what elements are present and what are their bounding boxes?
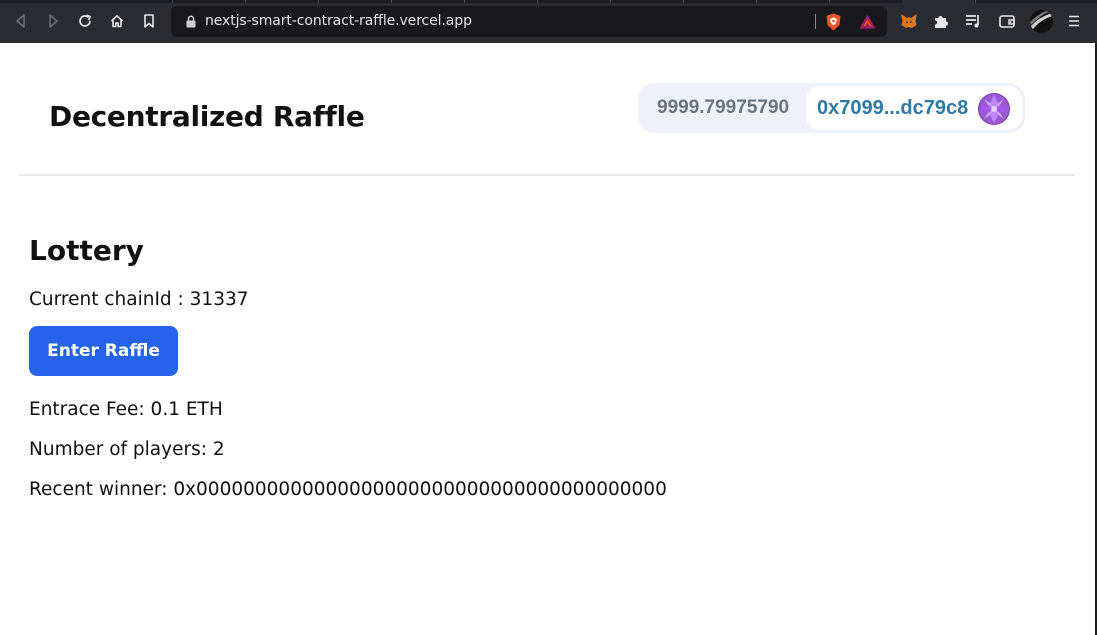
enter-raffle-button[interactable]: Enter Raffle [29,326,178,376]
back-button[interactable] [11,11,31,31]
back-icon [16,14,25,28]
extensions-icon[interactable] [932,12,950,30]
tab-divider [756,0,757,3]
tab-divider [464,0,465,3]
lottery-heading: Lottery [29,234,144,267]
chain-id-text: Current chainId : 31337 [29,289,249,310]
entrance-fee-text: Entrace Fee: 0.1 ETH [29,399,223,420]
playlist-icon[interactable] [964,12,982,30]
address-bar[interactable]: nextjs-smart-contract-raffle.vercel.app [171,6,887,37]
reload-icon [79,14,92,27]
browser-toolbar: nextjs-smart-contract-raffle.vercel.app [0,0,1097,43]
lock-icon [186,15,196,28]
reload-button[interactable] [75,11,95,31]
header-divider [19,174,1075,176]
tab-divider [975,0,976,3]
wallet-icon[interactable] [998,12,1016,30]
account-button[interactable]: 0x7099...dc79c8 [806,86,1022,130]
wallet-balance: 9999.79975790 [657,97,790,118]
home-button[interactable] [107,11,127,31]
metamask-icon[interactable] [900,12,918,30]
forward-button[interactable] [43,11,63,31]
wallet-connect-widget[interactable]: 9999.79975790 0x7099...dc79c8 [638,83,1025,133]
jazzicon-avatar-icon [978,93,1010,125]
brave-rewards-icon[interactable] [859,14,876,29]
brave-shield-icon[interactable] [825,13,842,31]
tab-strip[interactable] [0,0,1097,3]
url-separator [815,14,816,29]
tab-divider [537,0,538,3]
profile-icon [1030,10,1053,30]
active-tab[interactable] [902,0,974,3]
url-text[interactable]: nextjs-smart-contract-raffle.vercel.app [205,13,472,29]
tab-divider [683,0,684,3]
forward-icon [49,14,58,28]
profile-avatar[interactable] [1030,10,1053,33]
menu-icon[interactable] [1065,12,1083,30]
number-of-players-text: Number of players: 2 [29,439,225,460]
tab-divider [829,0,830,3]
recent-winner-text: Recent winner: 0x00000000000000000000000… [29,479,667,500]
bookmark-icon [144,14,154,28]
tab-divider [318,0,319,3]
bookmark-button[interactable] [139,11,159,31]
account-avatar [978,93,1010,125]
tab-divider [610,0,611,3]
tab-divider [245,0,246,3]
page-title: Decentralized Raffle [49,100,365,133]
tab-divider [391,0,392,3]
wallet-address: 0x7099...dc79c8 [817,97,969,119]
tab-divider [172,0,173,3]
home-icon [110,15,124,28]
